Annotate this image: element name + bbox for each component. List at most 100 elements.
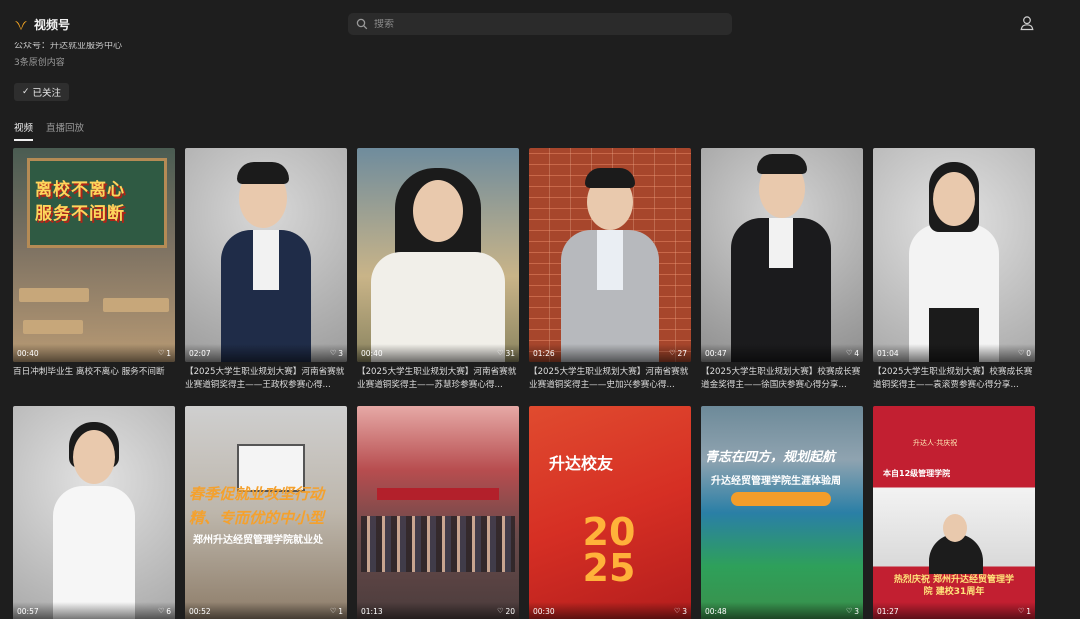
following-button[interactable]: ✓ 已关注 xyxy=(14,83,70,101)
like-count: ♡ 0 xyxy=(1017,348,1031,358)
video-card[interactable]: 00:47 ♡ 4 【2025大学生职业规划大赛】校赛成长赛道金奖得主——徐国庆参… xyxy=(701,148,863,406)
video-duration: 00:40 xyxy=(361,348,383,358)
video-card[interactable]: 青志在四方，规划起航 升达经贸管理学院生涯体验周 00:48 ♡ 3 xyxy=(701,406,863,619)
video-card[interactable]: 01:26 ♡ 27 【2025大学生职业规划大赛】河南省赛就业赛道铜奖得主——史… xyxy=(529,148,691,406)
heart-icon: ♡ xyxy=(1017,607,1025,615)
cover-footer: 热烈庆祝 郑州升达经贸管理学院 建校31周年 xyxy=(893,575,1015,597)
person-figure xyxy=(585,168,635,188)
video-card[interactable]: 离校不离心 服务不间断 00:40 ♡ 1 百日冲刺毕业生 离校不离心 服务不间断 xyxy=(13,148,175,406)
cover-title: 青志在四方，规划起航 xyxy=(705,450,836,465)
original-content-count: 3条原创内容 xyxy=(14,58,65,68)
video-meta: 01:13 ♡ 20 xyxy=(357,602,519,619)
video-grid: 离校不离心 服务不间断 00:40 ♡ 1 百日冲刺毕业生 离校不离心 服务不间断 … xyxy=(13,148,1037,619)
tab-videos[interactable]: 视频 xyxy=(14,120,34,141)
search-icon xyxy=(356,18,368,30)
video-duration: 01:04 xyxy=(877,348,899,358)
heart-icon: ♡ xyxy=(329,607,337,615)
person-figure xyxy=(933,172,975,226)
video-meta: 00:52 ♡ 1 xyxy=(185,602,347,619)
person-figure xyxy=(769,218,793,268)
tab-live-replays[interactable]: 直播回放 xyxy=(46,120,84,141)
video-duration: 01:27 xyxy=(877,606,899,616)
video-thumbnail: 01:04 ♡ 0 xyxy=(873,148,1035,362)
video-meta: 00:40 ♡ 31 xyxy=(357,344,519,362)
like-count: ♡ 3 xyxy=(329,348,343,358)
video-duration: 02:07 xyxy=(189,348,211,358)
video-caption: 【2025大学生职业规划大赛】校赛成长赛道铜奖得主——袁滚贾参赛心得分享... xyxy=(873,367,1033,390)
heart-icon: ♡ xyxy=(673,607,681,615)
video-thumbnail: 春季促就业攻坚行动 精、专而优的中小型 郑州升达经贸管理学院就业处 00:52 ♡… xyxy=(185,406,347,619)
video-thumbnail: 00:57 ♡ 6 xyxy=(13,406,175,619)
video-card[interactable]: 00:40 ♡ 31 【2025大学生职业规划大赛】河南省赛就业赛道铜奖得主——苏… xyxy=(357,148,519,406)
group-photo-graphic xyxy=(361,516,515,572)
person-figure xyxy=(237,162,289,184)
video-duration: 00:40 xyxy=(17,348,39,358)
channels-logo-icon xyxy=(15,20,27,30)
like-count: ♡ 31 xyxy=(497,348,515,358)
video-thumbnail: 升达校友 2025 00:30 ♡ 3 xyxy=(529,406,691,619)
heart-icon: ♡ xyxy=(1017,349,1025,357)
cover-subtitle: 本自12级管理学院 xyxy=(883,469,951,478)
desk-graphic xyxy=(103,298,169,312)
video-caption: 【2025大学生职业规划大赛】河南省赛就业赛道铜奖得主——史加兴参赛心得... xyxy=(529,367,689,390)
desk-graphic xyxy=(19,288,89,302)
video-meta: 00:40 ♡ 1 xyxy=(13,344,175,362)
video-caption: 百日冲刺毕业生 离校不离心 服务不间断 xyxy=(13,367,165,377)
video-card[interactable]: 升达人·共庆祝 本自12级管理学院 热烈庆祝 郑州升达经贸管理学院 建校31周年… xyxy=(873,406,1035,619)
check-icon: ✓ xyxy=(22,87,30,97)
video-caption: 【2025大学生职业规划大赛】河南省赛就业赛道铜奖得主——苏慧珍参赛心得... xyxy=(357,367,517,390)
cover-title: 升达人·共庆祝 xyxy=(913,439,958,447)
person-figure xyxy=(413,180,463,242)
video-meta: 01:26 ♡ 27 xyxy=(529,344,691,362)
like-count: ♡ 1 xyxy=(1017,606,1031,616)
video-meta: 00:57 ♡ 6 xyxy=(13,602,175,619)
video-duration: 01:13 xyxy=(361,606,383,616)
heart-icon: ♡ xyxy=(669,349,676,357)
person-figure xyxy=(597,230,623,290)
heart-icon: ♡ xyxy=(497,607,504,615)
video-meta: 01:04 ♡ 0 xyxy=(873,344,1035,362)
search-input[interactable] xyxy=(374,18,714,30)
video-duration: 01:26 xyxy=(533,348,555,358)
video-thumbnail: 01:26 ♡ 27 xyxy=(529,148,691,362)
cover-year: 2025 xyxy=(582,510,636,590)
video-card[interactable]: 01:13 ♡ 20 xyxy=(357,406,519,619)
heart-icon: ♡ xyxy=(157,349,165,357)
video-card[interactable]: 00:57 ♡ 6 xyxy=(13,406,175,619)
video-caption: 【2025大学生职业规划大赛】校赛成长赛道金奖得主——徐国庆参赛心得分享... xyxy=(701,367,861,390)
person-figure xyxy=(943,514,967,542)
app-name: 视频号 xyxy=(34,18,71,32)
video-duration: 00:52 xyxy=(189,606,211,616)
banner-graphic xyxy=(377,488,499,500)
video-card[interactable]: 升达校友 2025 00:30 ♡ 3 xyxy=(529,406,691,619)
heart-icon: ♡ xyxy=(497,349,504,357)
video-card[interactable]: 02:07 ♡ 3 【2025大学生职业规划大赛】河南省赛就业赛道铜奖得主——王政… xyxy=(185,148,347,406)
like-count: ♡ 27 xyxy=(669,348,687,358)
user-profile-icon[interactable] xyxy=(1019,15,1035,31)
person-figure xyxy=(757,154,807,174)
video-card[interactable]: 01:04 ♡ 0 【2025大学生职业规划大赛】校赛成长赛道铜奖得主——袁滚贾参… xyxy=(873,148,1035,406)
video-meta: 00:48 ♡ 3 xyxy=(701,602,863,619)
video-card[interactable]: 春季促就业攻坚行动 精、专而优的中小型 郑州升达经贸管理学院就业处 00:52 ♡… xyxy=(185,406,347,619)
like-count: ♡ 3 xyxy=(673,606,687,616)
heart-icon: ♡ xyxy=(329,349,337,357)
cover-title: 离校不离心 服务不间断 xyxy=(35,180,125,224)
app-logo[interactable]: 视频号 xyxy=(14,16,70,33)
video-thumbnail: 青志在四方，规划起航 升达经贸管理学院生涯体验周 00:48 ♡ 3 xyxy=(701,406,863,619)
like-count: ♡ 3 xyxy=(845,606,859,616)
search-bar[interactable] xyxy=(348,13,732,35)
like-count: ♡ 1 xyxy=(329,606,343,616)
video-thumbnail: 02:07 ♡ 3 xyxy=(185,148,347,362)
cover-subtitle: 郑州升达经贸管理学院就业处 xyxy=(193,535,323,546)
heart-icon: ♡ xyxy=(157,607,165,615)
person-figure xyxy=(73,430,115,484)
like-count: ♡ 20 xyxy=(497,606,515,616)
heart-icon: ♡ xyxy=(845,349,853,357)
person-figure xyxy=(253,230,279,290)
video-thumbnail: 00:47 ♡ 4 xyxy=(701,148,863,362)
top-bar: 视频号 xyxy=(0,0,1080,46)
video-duration: 00:48 xyxy=(705,606,727,616)
video-thumbnail: 离校不离心 服务不间断 00:40 ♡ 1 xyxy=(13,148,175,362)
content-tabs: 视频 直播回放 xyxy=(14,120,84,141)
cover-title: 春季促就业攻坚行动 精、专而优的中小型 xyxy=(189,485,325,527)
